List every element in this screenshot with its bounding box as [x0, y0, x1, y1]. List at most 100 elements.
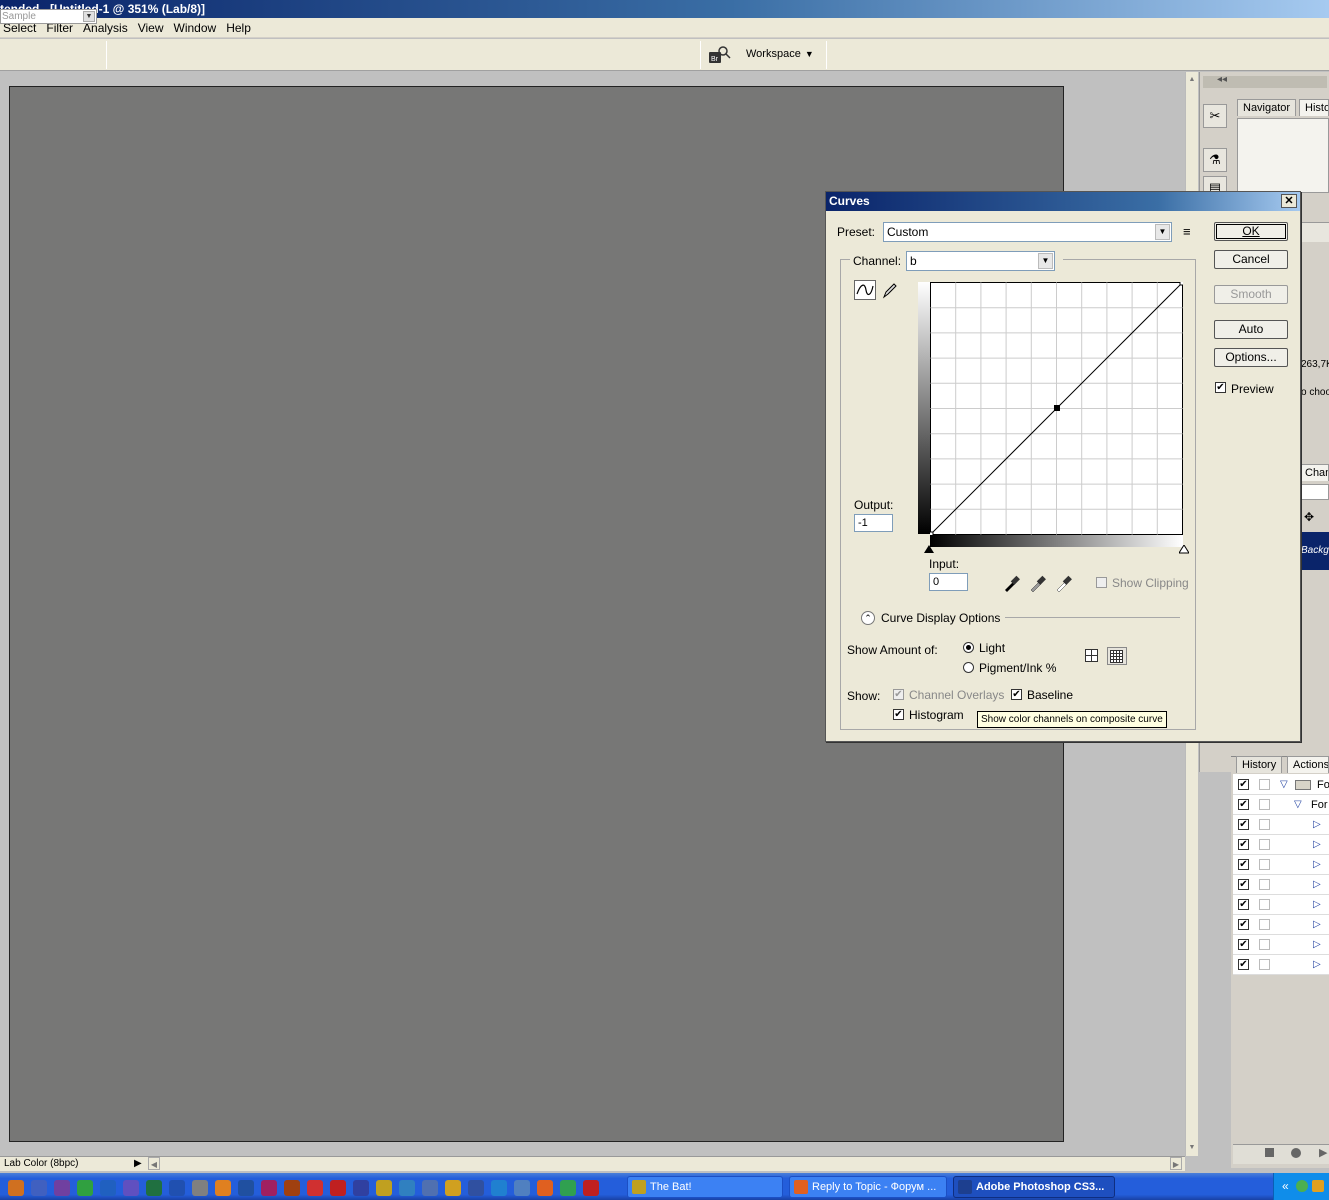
black-point-slider[interactable] [924, 545, 934, 554]
expand-right-icon[interactable]: ▷ [1313, 838, 1321, 852]
firefox-icon[interactable] [8, 1180, 24, 1196]
acrobat-icon[interactable] [307, 1180, 323, 1196]
action-row[interactable]: ✔ ▷ [1233, 855, 1329, 875]
dialog-toggle-checkbox[interactable] [1259, 939, 1270, 950]
histogram-checkbox[interactable]: ✔ [893, 709, 904, 720]
gray-eyedropper-icon[interactable] [1028, 574, 1046, 592]
taskbar-button[interactable]: Adobe Photoshop CS3... [953, 1176, 1115, 1198]
action-row[interactable]: ✔ ▷ [1233, 815, 1329, 835]
premiere-icon[interactable] [54, 1180, 70, 1196]
pagemaker-icon[interactable] [100, 1180, 116, 1196]
move-icon[interactable]: ✥ [1304, 510, 1314, 524]
shield-icon[interactable] [422, 1180, 438, 1196]
show-clipping-checkbox[interactable] [1096, 577, 1107, 588]
action-toggle-checkbox[interactable]: ✔ [1238, 839, 1249, 850]
curve-display-options-label[interactable]: Curve Display Options [881, 611, 1000, 625]
tab-channels[interactable]: Chann [1299, 464, 1329, 481]
pencil-tool[interactable] [880, 280, 900, 300]
curve-control-point[interactable] [1179, 282, 1183, 286]
tool-presets-icon[interactable]: ✂ [1203, 104, 1227, 128]
tray-expand-icon[interactable]: « [1282, 1179, 1289, 1193]
curve-graph[interactable] [930, 282, 1183, 535]
status-menu-arrow-icon[interactable]: ▶ [134, 1157, 142, 1171]
expand-right-icon[interactable]: ▷ [1313, 958, 1321, 972]
tab-navigator[interactable]: Navigator [1237, 99, 1297, 116]
white-point-slider[interactable] [1179, 545, 1189, 554]
tray-app-icon[interactable] [1296, 1180, 1308, 1192]
dialog-toggle-checkbox[interactable] [1259, 799, 1270, 810]
bridge-icon[interactable] [284, 1180, 300, 1196]
action-row[interactable]: ✔ ▷ [1233, 835, 1329, 855]
expand-down-icon[interactable]: ▽ [1280, 778, 1288, 792]
calculator-icon[interactable] [192, 1180, 208, 1196]
tab-histogram[interactable]: Histo [1299, 99, 1329, 116]
expand-right-icon[interactable]: ▷ [1313, 898, 1321, 912]
dialog-toggle-checkbox[interactable] [1259, 779, 1270, 790]
dialog-toggle-checkbox[interactable] [1259, 819, 1270, 830]
opera-icon[interactable] [583, 1180, 599, 1196]
input-field[interactable]: 0 [929, 573, 968, 591]
action-row[interactable]: ✔ ▷ [1233, 895, 1329, 915]
acrobat-reader-icon[interactable] [330, 1180, 346, 1196]
action-toggle-checkbox[interactable]: ✔ [1238, 899, 1249, 910]
action-toggle-checkbox[interactable]: ✔ [1238, 879, 1249, 890]
document-info[interactable]: Lab Color (8bpc) [4, 1157, 144, 1170]
dialog-toggle-checkbox[interactable] [1259, 859, 1270, 870]
preview-checkbox[interactable]: ✔ [1215, 382, 1226, 393]
dialog-toggle-checkbox[interactable] [1259, 919, 1270, 930]
scroll-up-icon[interactable]: ▲ [1186, 74, 1198, 86]
collapse-icon[interactable]: ◂◂ [1217, 74, 1227, 85]
dialog-toggle-checkbox[interactable] [1259, 879, 1270, 890]
action-toggle-checkbox[interactable]: ✔ [1238, 959, 1249, 970]
bridge-button[interactable]: Br [706, 44, 732, 66]
action-toggle-checkbox[interactable]: ✔ [1238, 939, 1249, 950]
light-radio[interactable] [963, 642, 974, 653]
browser-icon[interactable] [514, 1180, 530, 1196]
record-icon[interactable] [1291, 1148, 1301, 1158]
action-row[interactable]: ✔ ▷ [1233, 875, 1329, 895]
menu-view[interactable]: View [133, 18, 169, 38]
expand-right-icon[interactable]: ▷ [1313, 938, 1321, 952]
expand-down-icon[interactable]: ▽ [1294, 798, 1302, 812]
scroll-down-icon[interactable]: ▼ [1186, 1142, 1198, 1154]
action-toggle-checkbox[interactable]: ✔ [1238, 919, 1249, 930]
ie-icon[interactable] [491, 1180, 507, 1196]
dialog-toggle-checkbox[interactable] [1259, 839, 1270, 850]
collapse-up-icon[interactable]: ⌃ [861, 611, 875, 625]
preset-options-icon[interactable]: ≡ [1183, 225, 1191, 239]
close-icon[interactable]: ✕ [1281, 194, 1297, 208]
tab-history[interactable]: History [1236, 756, 1283, 773]
action-row[interactable]: ✔ ▽ Fo [1233, 775, 1329, 795]
expand-right-icon[interactable]: ▷ [1313, 858, 1321, 872]
expand-right-icon[interactable]: ▷ [1313, 878, 1321, 892]
pigment-radio[interactable] [963, 662, 974, 673]
smooth-button[interactable]: Smooth [1214, 285, 1288, 304]
auto-button[interactable]: Auto [1214, 320, 1288, 339]
indesign-icon[interactable] [261, 1180, 277, 1196]
action-toggle-checkbox[interactable]: ✔ [1238, 819, 1249, 830]
menu-help[interactable]: Help [221, 18, 256, 38]
tray-shield-icon[interactable] [1312, 1180, 1324, 1192]
dialog-toggle-checkbox[interactable] [1259, 899, 1270, 910]
word-icon[interactable] [169, 1180, 185, 1196]
curve-point-tool[interactable] [854, 280, 876, 300]
channel-select[interactable]: b ▼ [906, 251, 1055, 271]
curve-control-point[interactable] [1053, 405, 1060, 412]
action-toggle-checkbox[interactable]: ✔ [1238, 859, 1249, 870]
cancel-button[interactable]: Cancel [1214, 250, 1288, 269]
onenote-icon[interactable] [123, 1180, 139, 1196]
brushes-icon[interactable]: ⚗ [1203, 148, 1227, 172]
play-icon[interactable]: ▶ [1319, 1146, 1327, 1159]
visio-icon[interactable] [353, 1180, 369, 1196]
firefox-icon[interactable] [537, 1180, 553, 1196]
action-toggle-checkbox[interactable]: ✔ [1238, 779, 1249, 790]
scroll-right-icon[interactable]: ▶ [1170, 1157, 1182, 1170]
ok-button[interactable]: OK [1214, 222, 1288, 241]
channel-overlays-checkbox[interactable]: ✔ [893, 689, 904, 700]
save-icon[interactable] [468, 1180, 484, 1196]
the-bat-icon[interactable] [376, 1180, 392, 1196]
layer-blend-field[interactable] [1301, 484, 1329, 500]
black-eyedropper-icon[interactable] [1002, 574, 1020, 592]
options-button[interactable]: Options... [1214, 348, 1288, 367]
sample-select[interactable]: Sample ▼ [0, 9, 97, 24]
